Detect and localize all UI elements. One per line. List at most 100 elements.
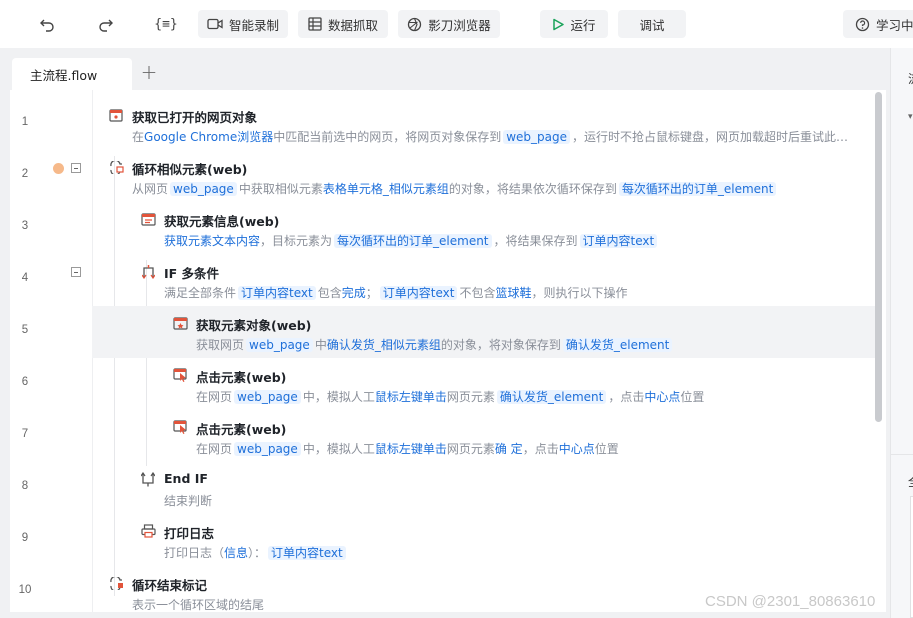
vertical-scrollbar[interactable] [875, 92, 882, 422]
action-description: 在网页 web_page 中，模拟人工鼠标左键单击网页元素确 定，点击中心点位置 [196, 440, 860, 457]
description-text: 在网页 [196, 442, 233, 456]
line-number: 9 [21, 532, 29, 544]
if-branch-icon [140, 263, 156, 279]
action-title: 获取元素信息(web) [164, 214, 280, 229]
variable-chip[interactable]: web_page [234, 442, 301, 456]
add-tab-plus-icon[interactable]: + [138, 60, 160, 84]
line-number: 10 [18, 584, 32, 596]
flow-row[interactable]: 7 点击元素(web) 在网页 web_page 中，模拟人工鼠标左键单击网页元素确 定… [10, 410, 876, 462]
description-text: 在网页 [196, 390, 233, 404]
param-value[interactable]: 中心点 [644, 390, 680, 404]
debug-button[interactable]: 调试 [618, 10, 686, 38]
undo-icon[interactable] [36, 13, 58, 35]
click-element-icon [172, 419, 188, 435]
variable-chip[interactable]: 每次循环出的订单_element [334, 234, 492, 248]
variable-chip[interactable]: web_page [170, 182, 237, 196]
description-text: 中匹配当前选中的网页，将网页对象保存到 [273, 130, 502, 144]
flow-row[interactable]: 3 获取元素信息(web) 获取元素文本内容，目标元素为 每次循环出的订单_eleme… [10, 202, 876, 254]
toolbar: {≡} 智能录制 数据抓取 影刀浏览器 运行 调试 学习中 [0, 0, 913, 48]
variable-chip[interactable]: 确认发货_element [562, 338, 673, 352]
param-value[interactable]: 篮球鞋 [495, 286, 531, 300]
param-value[interactable]: 鼠标左键单击 [375, 390, 447, 404]
description-text: 的对象，将对象保存到 [440, 338, 561, 352]
description-text: 网页元素 [446, 390, 495, 404]
variable-chip[interactable]: 每次循环出的订单_element [618, 182, 777, 196]
click-element-icon [172, 367, 188, 383]
param-value[interactable]: 信息 [224, 546, 248, 560]
flow-row[interactable]: 6 点击元素(web) 在网页 web_page 中，模拟人工鼠标左键单击网页元素 确认发… [10, 358, 876, 410]
action-title: End IF [164, 471, 208, 486]
flow-row[interactable]: 9 打印日志打印日志（信息）： 订单内容text [10, 514, 876, 566]
line-number: 1 [21, 116, 29, 128]
flow-row[interactable]: 4 IF 多条件 满足全部条件 订单内容text 包含完成； 订单内容text 不包含篮球鞋… [10, 254, 876, 306]
flow-row[interactable]: 2 循环相似元素(web) 从网页 web_page 中获取相似元素表格单元格_相似元素… [10, 150, 876, 202]
param-value[interactable]: 完成 [342, 286, 366, 300]
action-description: 获取元素文本内容，目标元素为 每次循环出的订单_element ，将结果保存到 订单内… [164, 232, 860, 249]
browser-label: 影刀浏览器 [428, 17, 491, 33]
description-text: 结束判断 [164, 494, 213, 508]
right-panel-title-fragment: 流 [908, 70, 913, 87]
webpage-window-icon [108, 107, 124, 123]
action-description: 打印日志（信息）： 订单内容text [164, 544, 860, 561]
action-title: 点击元素(web) [196, 422, 287, 437]
flow-row[interactable]: 8 End IF 结束判断 [10, 462, 876, 514]
learn-button[interactable]: 学习中 [843, 10, 913, 38]
variable-chip[interactable]: 订单内容text [579, 234, 658, 248]
param-value[interactable]: 确 定 [495, 442, 523, 456]
variable-braces-icon[interactable]: {≡} [152, 13, 180, 35]
collapse-caret-icon[interactable]: ▾ [908, 112, 913, 122]
param-value[interactable]: 表格单元格_相似元素组 [323, 182, 449, 196]
description-text: 打印日志（ [164, 546, 225, 560]
flow-row[interactable]: 5 获取元素对象(web) 获取网页 web_page 中确认发货_相似元素组的对象，将… [10, 306, 876, 358]
collapse-minus-icon[interactable] [71, 163, 81, 173]
table-grid-icon [308, 17, 322, 31]
flow-row[interactable]: 1 获取已打开的网页对象 在Google Chrome浏览器中匹配当前选中的网页，将… [10, 98, 876, 150]
description-text: ，运行时不抢占鼠标键盘，网页加载超时后重试此… [572, 130, 849, 144]
variable-chip[interactable]: web_page [246, 338, 313, 352]
tab-main-flow[interactable]: 主流程.flow [12, 58, 132, 90]
description-text: 位置 [680, 390, 705, 404]
param-value[interactable]: 中心点 [559, 442, 595, 456]
param-value[interactable]: 获取元素文本内容 [164, 234, 260, 248]
breakpoint-dot[interactable] [53, 163, 64, 174]
right-panel: 流 ▾ 全 [890, 48, 913, 618]
variable-chip[interactable]: web_page [234, 390, 301, 404]
variable-chip[interactable]: 订单内容text [379, 286, 458, 300]
action-title: 获取元素对象(web) [196, 318, 312, 333]
line-number: 8 [21, 480, 29, 492]
browser-button[interactable]: 影刀浏览器 [398, 10, 500, 38]
variable-chip[interactable]: 确认发货_element [496, 390, 607, 404]
watermark: CSDN @2301_80863610 [705, 593, 876, 610]
description-text: 包含 [317, 286, 342, 300]
variable-chip[interactable]: 订单内容text [268, 546, 346, 560]
description-text: 中，模拟人工 [302, 442, 375, 456]
description-text: 的对象，将结果依次循环保存到 [448, 182, 617, 196]
run-button[interactable]: 运行 [540, 10, 608, 38]
printer-icon [140, 523, 156, 539]
param-value[interactable]: Google Chrome浏览器 [144, 130, 273, 144]
line-number: 7 [21, 428, 29, 440]
action-title: 打印日志 [164, 526, 215, 541]
browser-aperture-icon [408, 17, 422, 31]
description-text: 在 [132, 130, 145, 144]
variable-chip[interactable]: web_page [503, 130, 571, 144]
action-title: 点击元素(web) [196, 370, 287, 385]
param-value[interactable]: 确认发货_相似元素组 [327, 338, 441, 352]
tab-label: 主流程.flow [30, 67, 98, 83]
smart-record-button[interactable]: 智能录制 [198, 10, 288, 38]
action-title: 获取已打开的网页对象 [132, 110, 258, 125]
data-extract-button[interactable]: 数据抓取 [298, 10, 388, 38]
data-extract-label: 数据抓取 [327, 17, 378, 33]
redo-icon[interactable] [95, 13, 117, 35]
element-object-icon [172, 315, 188, 331]
param-value[interactable]: 鼠标左键单击 [375, 442, 447, 456]
collapse-minus-icon[interactable] [71, 267, 81, 277]
description-text: ，点击 [608, 390, 645, 404]
line-number: 6 [21, 376, 29, 388]
right-panel-divider [891, 454, 913, 455]
action-title: IF 多条件 [164, 266, 220, 281]
description-text: ； [365, 286, 378, 300]
run-label: 运行 [570, 17, 596, 33]
description-text: ，将结果保存到 [493, 234, 578, 248]
variable-chip[interactable]: 订单内容text [238, 286, 316, 300]
